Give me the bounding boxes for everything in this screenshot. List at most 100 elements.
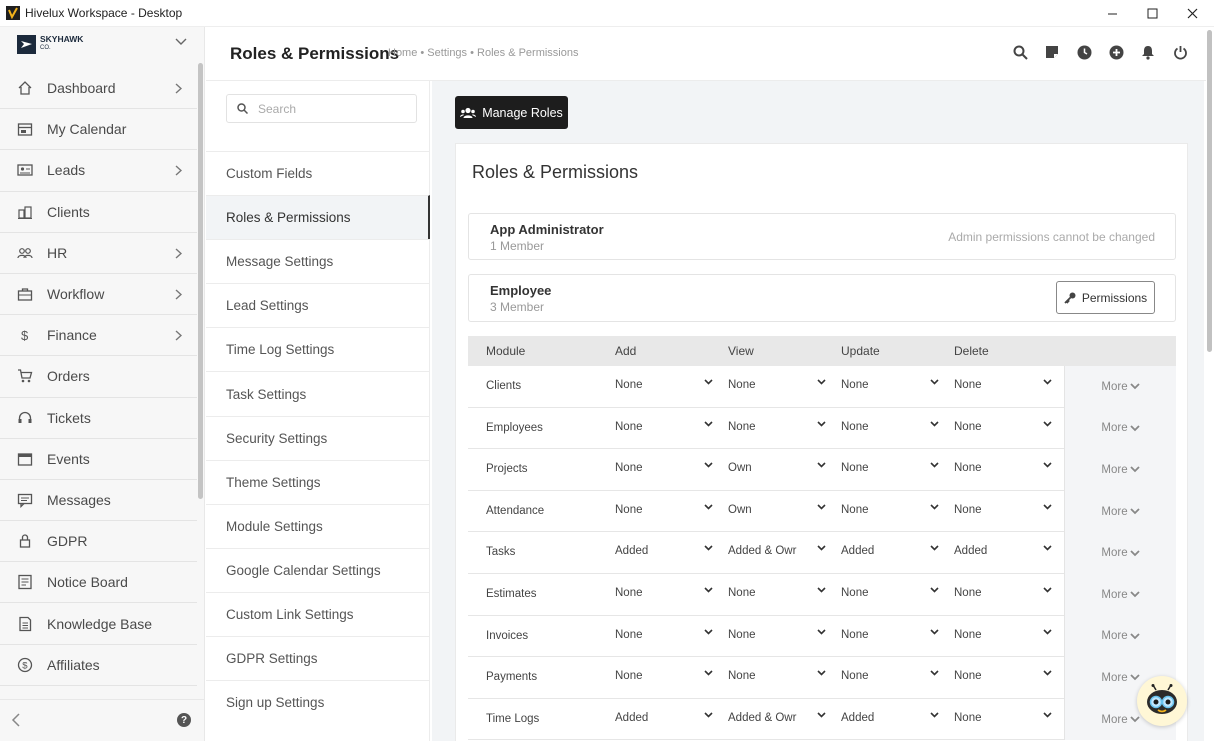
more-button[interactable]: More (1064, 366, 1176, 408)
settings-item-custom-link-settings[interactable]: Custom Link Settings (206, 591, 430, 636)
chevron-down-icon (930, 712, 939, 718)
search-icon[interactable] (1012, 44, 1028, 60)
view-permission-select[interactable]: None (728, 421, 826, 433)
chevron-down-icon[interactable] (175, 38, 187, 46)
update-permission-select[interactable]: None (841, 462, 939, 474)
settings-item-custom-fields[interactable]: Custom Fields (206, 151, 430, 195)
view-permission-select[interactable]: Own (728, 504, 826, 516)
permissions-button[interactable]: Permissions (1056, 281, 1155, 314)
sidebar-item-affiliates[interactable]: $ Affiliates (0, 645, 197, 686)
main-scrollbar[interactable] (1207, 30, 1212, 352)
clock-icon[interactable] (1076, 44, 1092, 60)
view-permission-select[interactable]: Added & Owr (728, 545, 826, 557)
more-button[interactable]: More (1064, 573, 1176, 616)
delete-permission-select[interactable]: None (954, 504, 1052, 516)
sidebar-item-messages[interactable]: Messages (0, 480, 197, 522)
sidebar-item-events[interactable]: Events (0, 439, 197, 480)
minimize-button[interactable] (1092, 0, 1132, 27)
add-permission-select[interactable]: None (615, 587, 713, 599)
add-permission-select[interactable]: Added (615, 712, 713, 724)
add-permission-select[interactable]: None (615, 629, 713, 641)
update-permission-select[interactable]: None (841, 421, 939, 433)
settings-item-lead-settings[interactable]: Lead Settings (206, 283, 430, 327)
add-permission-select[interactable]: None (615, 462, 713, 474)
delete-permission-select[interactable]: Added (954, 545, 1052, 557)
add-circle-icon[interactable] (1108, 44, 1124, 60)
more-button[interactable]: More (1064, 615, 1176, 658)
sidebar-item-clients[interactable]: Clients (0, 192, 197, 233)
search-input[interactable] (258, 101, 398, 116)
add-permission-select[interactable]: Added (615, 545, 713, 557)
settings-item-task-settings[interactable]: Task Settings (206, 371, 430, 415)
brand[interactable]: SKYHAWK CO. (0, 27, 204, 61)
settings-item-time-log-settings[interactable]: Time Log Settings (206, 327, 430, 371)
sidebar-item-dashboard[interactable]: Dashboard (0, 68, 197, 110)
breadcrumb[interactable]: Home • Settings • Roles & Permissions (388, 47, 579, 59)
help-icon[interactable]: ? (177, 713, 191, 727)
add-permission-select[interactable]: None (615, 504, 713, 516)
settings-item-message-settings[interactable]: Message Settings (206, 239, 430, 283)
close-window-button[interactable] (1172, 0, 1212, 27)
chevron-down-icon (930, 628, 939, 635)
view-permission-select[interactable]: Added & Owr (728, 712, 826, 724)
settings-item-security-settings[interactable]: Security Settings (206, 415, 430, 460)
sidebar-scrollbar[interactable] (198, 63, 203, 499)
more-button[interactable]: More (1064, 490, 1176, 533)
view-permission-select[interactable]: None (728, 629, 826, 641)
view-permission-select[interactable]: None (728, 587, 826, 599)
sidebar-item-hr[interactable]: HR (0, 233, 197, 274)
manage-roles-button[interactable]: Manage Roles (455, 96, 568, 129)
delete-permission-select[interactable]: None (954, 587, 1052, 599)
more-label: More (1101, 547, 1128, 560)
power-icon[interactable] (1172, 44, 1188, 60)
view-permission-value: None (728, 420, 756, 433)
delete-permission-select[interactable]: None (954, 379, 1052, 391)
add-permission-select[interactable]: None (615, 379, 713, 391)
view-permission-select[interactable]: None (728, 670, 826, 682)
settings-item-sign-up-settings[interactable]: Sign up Settings (206, 680, 430, 724)
update-permission-select[interactable]: None (841, 670, 939, 682)
sidebar-item-orders[interactable]: Orders (0, 356, 197, 398)
delete-permission-select[interactable]: None (954, 670, 1052, 682)
bell-icon[interactable] (1140, 44, 1156, 60)
sidebar-item-workflow[interactable]: Workflow (0, 274, 197, 316)
settings-item-roles-permissions[interactable]: Roles & Permissions (206, 195, 430, 240)
sidebar-item-notice-board[interactable]: Notice Board (0, 562, 197, 604)
sidebar-item-label: Orders (47, 368, 90, 385)
chevron-down-icon (1043, 545, 1052, 552)
collapse-sidebar-icon[interactable] (11, 713, 21, 727)
update-permission-select[interactable]: Added (841, 712, 939, 724)
settings-item-google-calendar-settings[interactable]: Google Calendar Settings (206, 547, 430, 592)
update-permission-select[interactable]: Added (841, 545, 939, 557)
delete-permission-select[interactable]: None (954, 462, 1052, 474)
sidebar-item-finance[interactable]: $ Finance (0, 315, 197, 357)
more-button[interactable]: More (1064, 449, 1176, 491)
delete-permission-select[interactable]: None (954, 421, 1052, 433)
update-permission-select[interactable]: None (841, 504, 939, 516)
delete-permission-select[interactable]: None (954, 712, 1052, 724)
delete-permission-select[interactable]: None (954, 629, 1052, 641)
sidebar-item-leads[interactable]: Leads (0, 150, 197, 192)
sidebar-item-tickets[interactable]: Tickets (0, 398, 197, 439)
sticky-note-icon[interactable] (1044, 44, 1060, 60)
view-permission-select[interactable]: Own (728, 462, 826, 474)
settings-search[interactable] (226, 94, 417, 123)
update-permission-select[interactable]: None (841, 629, 939, 641)
more-button[interactable]: More (1064, 532, 1176, 574)
more-label: More (1101, 671, 1128, 684)
sidebar-item-my-calendar[interactable]: My Calendar (0, 109, 197, 151)
maximize-button[interactable] (1132, 0, 1172, 27)
settings-item-module-settings[interactable]: Module Settings (206, 503, 430, 548)
sidebar-item-gdpr[interactable]: GDPR (0, 521, 197, 563)
view-permission-select[interactable]: None (728, 379, 826, 391)
cart-icon (17, 368, 33, 384)
settings-item-gdpr-settings[interactable]: GDPR Settings (206, 636, 430, 680)
update-permission-select[interactable]: None (841, 379, 939, 391)
sidebar-item-knowledge-base[interactable]: Knowledge Base (0, 603, 197, 645)
more-button[interactable]: More (1064, 407, 1176, 450)
settings-item-theme-settings[interactable]: Theme Settings (206, 459, 430, 504)
update-permission-select[interactable]: None (841, 587, 939, 599)
add-permission-select[interactable]: None (615, 670, 713, 682)
chatbot-button[interactable] (1137, 676, 1187, 726)
add-permission-select[interactable]: None (615, 421, 713, 433)
